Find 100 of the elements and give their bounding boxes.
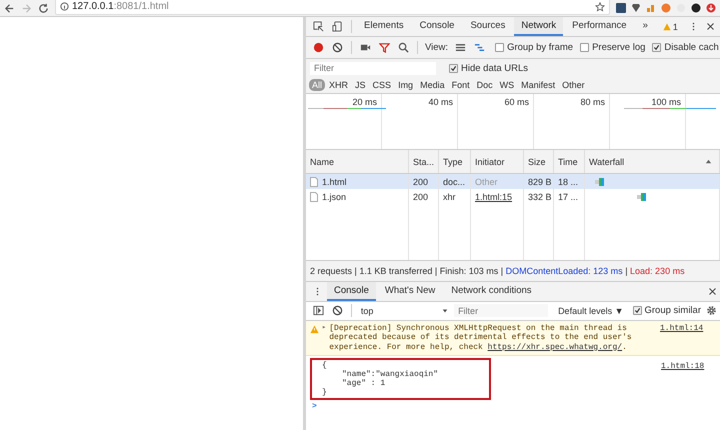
filter-field[interactable]: Filter xyxy=(310,62,436,74)
devtools-tab[interactable]: Console xyxy=(412,17,462,36)
table-cell: doc... xyxy=(439,174,471,189)
type-filter[interactable]: XHR xyxy=(326,79,352,91)
github-icon[interactable] xyxy=(691,3,701,13)
waterfall-view-icon[interactable] xyxy=(474,42,486,53)
levels-dropdown[interactable]: Default levels ▼ xyxy=(556,306,626,316)
table-cell: 829 B xyxy=(524,174,554,189)
settings-icon[interactable] xyxy=(706,305,717,316)
table-cell: Other xyxy=(471,174,524,189)
type-filter[interactable]: Media xyxy=(417,79,448,91)
table-cell: xhr xyxy=(439,189,471,204)
devtools-tab[interactable]: Elements xyxy=(357,17,411,36)
table-cell: 332 B xyxy=(524,189,554,204)
drawer-tab[interactable]: Console xyxy=(327,282,376,300)
list-view-icon[interactable] xyxy=(455,42,466,53)
checkbox[interactable] xyxy=(449,64,458,72)
search-icon[interactable] xyxy=(398,42,409,53)
warning-icon xyxy=(310,324,319,334)
status-text: DOMContentLoaded: 123 ms xyxy=(506,266,623,276)
context-dropdown[interactable]: top xyxy=(356,306,452,316)
more-tabs-button[interactable]: » xyxy=(636,17,655,36)
waterfall-bar xyxy=(637,193,646,200)
table-cell: 1.json xyxy=(322,192,346,202)
device-icon[interactable] xyxy=(332,21,343,32)
type-filter[interactable]: Font xyxy=(448,79,473,91)
warning-count: 1 xyxy=(672,22,678,32)
checkbox[interactable] xyxy=(652,43,662,52)
timeline-overview[interactable]: 20 ms 40 ms 60 ms 80 ms 100 ms xyxy=(306,94,720,150)
warning-icon xyxy=(662,22,671,30)
link[interactable]: https://xhr.spec.whatwg.org/ xyxy=(488,342,622,352)
source-link[interactable]: 1.html:14 xyxy=(660,324,704,333)
camera-icon[interactable] xyxy=(360,42,371,53)
extension-icon[interactable] xyxy=(706,3,716,13)
back-icon[interactable] xyxy=(4,2,15,14)
table-cell: 1.html xyxy=(322,176,347,186)
prompt-caret[interactable]: > xyxy=(312,402,317,411)
checkbox-label: Preserve log xyxy=(592,42,646,53)
request-row[interactable]: 1.html 200 doc... Other 829 B 18 ... xyxy=(306,174,720,189)
url-path: :8081/1.html xyxy=(114,1,169,12)
star-icon[interactable] xyxy=(595,2,605,12)
devtools-tab[interactable]: Sources xyxy=(463,17,512,36)
clear-icon[interactable] xyxy=(332,305,343,316)
status-text: 2 requests | 1.1 KB transferred | Finish: 103 ms | xyxy=(310,266,504,276)
warning-message: [Deprecation] Synchronous XMLHttpRequest on the main thread is deprecated because of its detrimental effects to the end user's experience. For more help, check https://xhr.spec.whatwg.org/. xyxy=(329,324,633,352)
status-text: | xyxy=(624,266,629,276)
devtools-tab[interactable]: Network xyxy=(514,17,564,36)
table-cell: 18 ... xyxy=(554,174,585,189)
type-filter[interactable]: JS xyxy=(352,79,369,91)
table-cell: 200 xyxy=(409,174,439,189)
waterfall-bar xyxy=(595,178,604,185)
table-cell: 17 ... xyxy=(554,189,585,204)
log-line: } xyxy=(322,388,328,397)
column-header[interactable]: Size xyxy=(524,150,554,173)
view-label: View: xyxy=(425,42,448,53)
clear-icon[interactable] xyxy=(332,42,343,53)
log-line: { xyxy=(322,361,328,370)
checkbox[interactable] xyxy=(495,43,504,52)
type-filter[interactable]: Manifest xyxy=(518,79,558,91)
column-header[interactable]: Initiator xyxy=(471,150,524,173)
drawer-tab[interactable]: What's New xyxy=(378,282,442,300)
record-icon[interactable] xyxy=(313,42,324,53)
info-icon xyxy=(60,2,69,11)
time-tick: 80 ms xyxy=(534,94,610,149)
column-header[interactable]: Time xyxy=(554,150,585,173)
type-filter[interactable]: WS xyxy=(496,79,518,91)
address-bar[interactable]: 127.0.0.1:8081/1.html xyxy=(55,0,610,14)
devtools-tab[interactable]: Performance xyxy=(565,17,634,36)
status-text: Load: 230 ms xyxy=(630,266,685,276)
checkbox[interactable] xyxy=(580,43,590,52)
type-filter[interactable]: CSS xyxy=(370,79,394,91)
column-header[interactable]: Sta... xyxy=(409,150,439,173)
checkbox-label: Group by frame xyxy=(507,42,574,53)
sidebar-toggle-icon[interactable] xyxy=(313,305,324,316)
time-tick: 40 ms xyxy=(382,94,458,149)
filter-icon[interactable] xyxy=(379,42,390,53)
close-icon[interactable] xyxy=(706,22,715,31)
log-line: "age" : 1 xyxy=(341,379,386,388)
initiator-link[interactable]: 1.html:15 xyxy=(471,189,524,204)
column-header[interactable]: Type xyxy=(439,150,471,173)
filter-field[interactable]: Filter xyxy=(454,304,548,317)
drawer-tab[interactable]: Network conditions xyxy=(444,282,539,300)
source-link[interactable]: 1.html:18 xyxy=(661,362,704,371)
type-filter[interactable]: Other xyxy=(559,79,588,91)
inspect-icon[interactable] xyxy=(313,21,324,32)
checkbox[interactable] xyxy=(632,306,642,315)
time-tick: 60 ms xyxy=(458,94,534,149)
table-cell: 200 xyxy=(409,189,439,204)
request-row[interactable]: 1.json 200 xhr 1.html:15 332 B 17 ... xyxy=(306,189,720,204)
close-icon[interactable] xyxy=(708,286,717,296)
type-filter[interactable]: Img xyxy=(395,79,416,91)
reload-icon[interactable] xyxy=(38,2,49,14)
type-filter[interactable]: Doc xyxy=(474,79,496,91)
column-header[interactable]: Name xyxy=(306,150,409,173)
checkbox-label: Hide data URLs xyxy=(461,62,528,74)
caret-icon[interactable] xyxy=(442,308,448,314)
checkbox-label: Group similar xyxy=(644,305,701,316)
checkbox-label: Disable cach xyxy=(664,42,719,53)
url-host: 127.0.0.1 xyxy=(72,1,114,12)
sort-icon[interactable] xyxy=(705,158,712,165)
